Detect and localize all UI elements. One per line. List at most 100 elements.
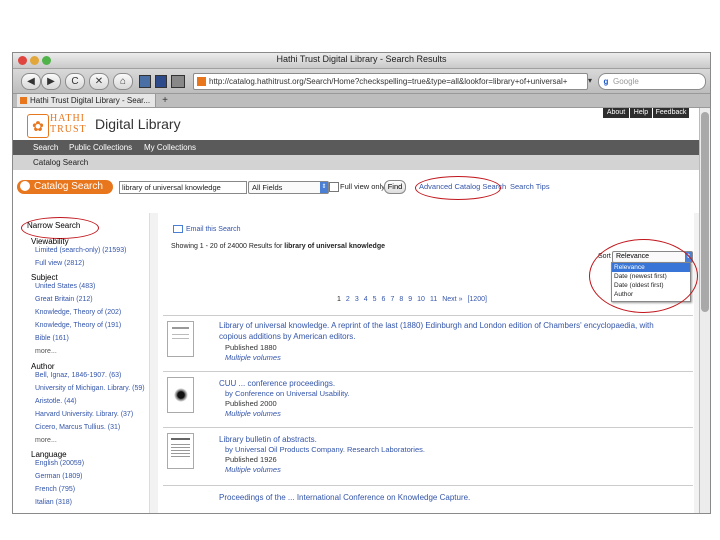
annotation-circle-advanced [415, 176, 501, 200]
facet-item[interactable]: French (795) [35, 486, 75, 493]
library-icon[interactable] [155, 75, 167, 88]
tab-favicon-icon [20, 97, 27, 105]
results-summary: Showing 1 - 20 of 24000 Results for libr… [171, 243, 385, 250]
page-link[interactable]: 10 [417, 296, 425, 303]
tab-hathitrust[interactable]: Hathi Trust Digital Library - Sear... [17, 94, 156, 107]
field-select-value: All Fields [252, 183, 283, 192]
url-text: http://catalog.hathitrust.org/Search/Hom… [209, 77, 568, 86]
page-link[interactable]: 4 [364, 296, 368, 303]
facet-item[interactable]: United States (483) [35, 283, 95, 290]
facet-item[interactable]: Bell, Ignaz, 1846-1907. (63) [35, 372, 121, 379]
annotation-circle-narrow [21, 217, 99, 239]
result-title[interactable]: Proceedings of the ... International Con… [219, 493, 470, 502]
bookmark-icon[interactable] [139, 75, 151, 88]
page-link[interactable]: 5 [373, 296, 377, 303]
about-link[interactable]: About [603, 108, 629, 118]
site-name: Digital Library [95, 116, 181, 132]
browser-toolbar: ◀ ▶ C ✕ ⌂ http://catalog.hathitrust.org/… [13, 69, 710, 94]
search-tips-link[interactable]: Search Tips [510, 181, 550, 192]
result-published: Published 1880 [225, 343, 277, 352]
url-bar[interactable]: http://catalog.hathitrust.org/Search/Hom… [193, 73, 588, 90]
result-volumes-link[interactable]: Multiple volumes [225, 409, 281, 418]
home-button[interactable]: ⌂ [113, 73, 133, 90]
stop-button[interactable]: ✕ [89, 73, 109, 90]
result-divider [163, 485, 693, 486]
main-nav: Search Public Collections My Collections [13, 140, 710, 155]
page-link[interactable]: 1 [337, 296, 341, 303]
print-icon[interactable] [171, 75, 185, 88]
facet-item[interactable]: Full view (2812) [35, 260, 84, 267]
page-link[interactable]: 3 [355, 296, 359, 303]
result-title[interactable]: Library bulletin of abstracts. [219, 435, 317, 444]
site-favicon-icon [197, 77, 206, 87]
catalog-search-input[interactable]: library of universal knowledge [119, 181, 247, 194]
url-dropdown-icon[interactable]: ▾ [588, 73, 596, 88]
email-label: Email this Search [186, 225, 241, 233]
nav-search[interactable]: Search [33, 140, 58, 155]
last-page-link[interactable]: [1200] [467, 296, 486, 303]
subnav-catalog-search[interactable]: Catalog Search [33, 155, 88, 170]
page-link[interactable]: 9 [408, 296, 412, 303]
facet-item[interactable]: Great Britain (212) [35, 296, 93, 303]
select-arrows-icon: ⇕ [320, 182, 328, 193]
search-placeholder: Google [613, 77, 639, 86]
result-thumbnail[interactable] [167, 377, 194, 413]
facet-item[interactable]: Bible (161) [35, 335, 69, 342]
result-author-link[interactable]: by Conference on Universal Usability. [225, 389, 350, 398]
facet-heading-language: Language [31, 450, 67, 459]
hathitrust-logo-icon[interactable]: ✿ [27, 114, 49, 138]
field-select[interactable]: All Fields ⇕ [248, 181, 329, 194]
tab-bar: Hathi Trust Digital Library - Sear... + [13, 94, 710, 108]
nav-public-collections[interactable]: Public Collections [69, 140, 132, 155]
results-query: library of universal knowledge [284, 243, 386, 250]
result-thumbnail[interactable] [167, 321, 194, 357]
result-title[interactable]: Library of universal knowledge. A reprin… [219, 321, 654, 330]
page-link[interactable]: 2 [346, 296, 350, 303]
scrollbar-thumb[interactable] [701, 112, 709, 312]
page-link[interactable]: 11 [430, 296, 437, 303]
result-volumes-link[interactable]: Multiple volumes [225, 465, 281, 474]
title-bar: Hathi Trust Digital Library - Search Res… [13, 53, 710, 69]
pagination: 1 2 3 4 5 6 7 8 9 10 11 Next » [1200] [337, 288, 537, 303]
facet-item[interactable]: Limited (search-only) (21593) [35, 247, 126, 254]
next-page-link[interactable]: Next » [442, 296, 462, 303]
find-button[interactable]: Find [384, 180, 406, 194]
result-volumes-link[interactable]: Multiple volumes [225, 353, 281, 362]
browser-window: Hathi Trust Digital Library - Search Res… [12, 52, 711, 514]
facet-more[interactable]: more... [35, 348, 57, 355]
result-title-cont[interactable]: copious additions by American editors. [219, 332, 356, 341]
facet-item[interactable]: Harvard University. Library. (37) [35, 411, 133, 418]
facet-item[interactable]: English (20059) [35, 460, 84, 467]
email-search-link[interactable]: Email this Search [173, 225, 240, 233]
facet-item[interactable]: University of Michigan. Library. (59) [35, 385, 145, 392]
page-link[interactable]: 6 [382, 296, 386, 303]
page-link[interactable]: 8 [399, 296, 403, 303]
facet-more[interactable]: more... [35, 437, 57, 444]
catalog-search-badge: Catalog Search [17, 180, 113, 194]
facet-heading-author: Author [31, 362, 55, 371]
full-view-checkbox[interactable] [329, 182, 339, 192]
facet-item[interactable]: Aristotle. (44) [35, 398, 77, 405]
back-button[interactable]: ◀ [21, 73, 41, 90]
page-scrollbar[interactable] [699, 108, 710, 513]
new-tab-button[interactable]: + [158, 94, 172, 107]
results-count: Showing 1 - 20 of 24000 Results for [171, 243, 283, 250]
facet-item[interactable]: Italian (318) [35, 499, 72, 506]
result-author-link[interactable]: by Universal Oil Products Company. Resea… [225, 445, 425, 454]
full-view-label: Full view only [340, 182, 386, 191]
nav-my-collections[interactable]: My Collections [144, 140, 196, 155]
help-link[interactable]: Help [630, 108, 652, 118]
facet-item[interactable]: Knowledge, Theory of (202) [35, 309, 121, 316]
page-link[interactable]: 7 [390, 296, 394, 303]
result-thumbnail[interactable] [167, 433, 194, 469]
facet-heading-subject: Subject [31, 273, 58, 282]
result-published: Published 2000 [225, 399, 277, 408]
facet-item[interactable]: Cicero, Marcus Tullius. (31) [35, 424, 120, 431]
facet-item[interactable]: German (1809) [35, 473, 82, 480]
web-search-input[interactable]: g Google [598, 73, 706, 90]
facet-item[interactable]: Knowledge, Theory of (191) [35, 322, 121, 329]
reload-button[interactable]: C [65, 73, 85, 90]
result-title[interactable]: CUU ... conference proceedings. [219, 379, 335, 388]
feedback-link[interactable]: Feedback [653, 108, 689, 118]
forward-button[interactable]: ▶ [41, 73, 61, 90]
